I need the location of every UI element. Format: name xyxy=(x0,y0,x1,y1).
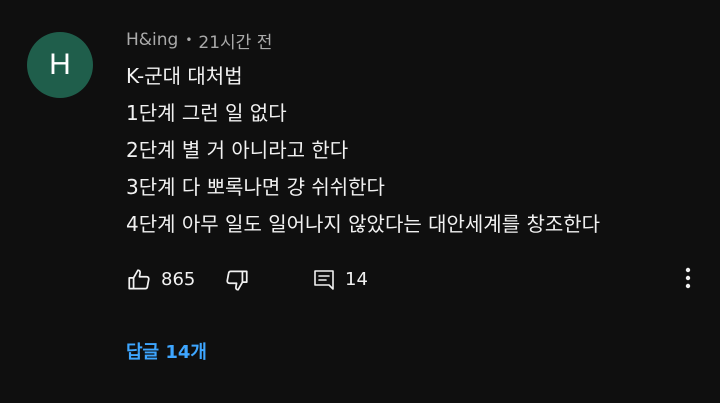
comment-line: K-군대 대처법 xyxy=(126,64,243,88)
more-vert-icon xyxy=(685,267,691,293)
comment-line: 2단계 별 거 아니라고 한다 xyxy=(126,138,349,162)
meta-separator: • xyxy=(185,33,193,47)
thumbs-up-icon xyxy=(126,267,152,293)
dislike-button[interactable] xyxy=(224,264,250,296)
thumbs-down-icon xyxy=(224,267,250,293)
comment-header: H&ing • 21시간 전 xyxy=(126,28,272,53)
action-bar: 865 14 xyxy=(126,264,386,296)
like-button[interactable] xyxy=(126,264,152,296)
comment-icon xyxy=(312,268,336,292)
comment-line: 4단계 아무 일도 일어나지 않았다는 대안세계를 창조한다 xyxy=(126,212,601,236)
reply-count: 14 xyxy=(345,269,368,290)
avatar-letter: H xyxy=(49,48,71,81)
like-count: 865 xyxy=(161,269,196,290)
comment-line: 1단계 그런 일 없다 xyxy=(126,101,287,125)
comment-line: 3단계 다 뽀록나면 걍 쉬쉬한다 xyxy=(126,175,385,199)
timestamp[interactable]: 21시간 전 xyxy=(198,28,272,53)
more-options-button[interactable] xyxy=(676,265,700,295)
comment-thread: H H&ing • 21시간 전 K-군대 대처법 1단계 그런 일 없다 2단… xyxy=(0,0,720,403)
comment-body: K-군대 대처법 1단계 그런 일 없다 2단계 별 거 아니라고 한다 3단계… xyxy=(126,58,600,243)
author-name[interactable]: H&ing xyxy=(126,30,178,50)
replies-toggle[interactable]: 답글 14개 xyxy=(126,338,207,368)
reply-button[interactable] xyxy=(312,264,336,296)
avatar[interactable]: H xyxy=(27,32,93,98)
